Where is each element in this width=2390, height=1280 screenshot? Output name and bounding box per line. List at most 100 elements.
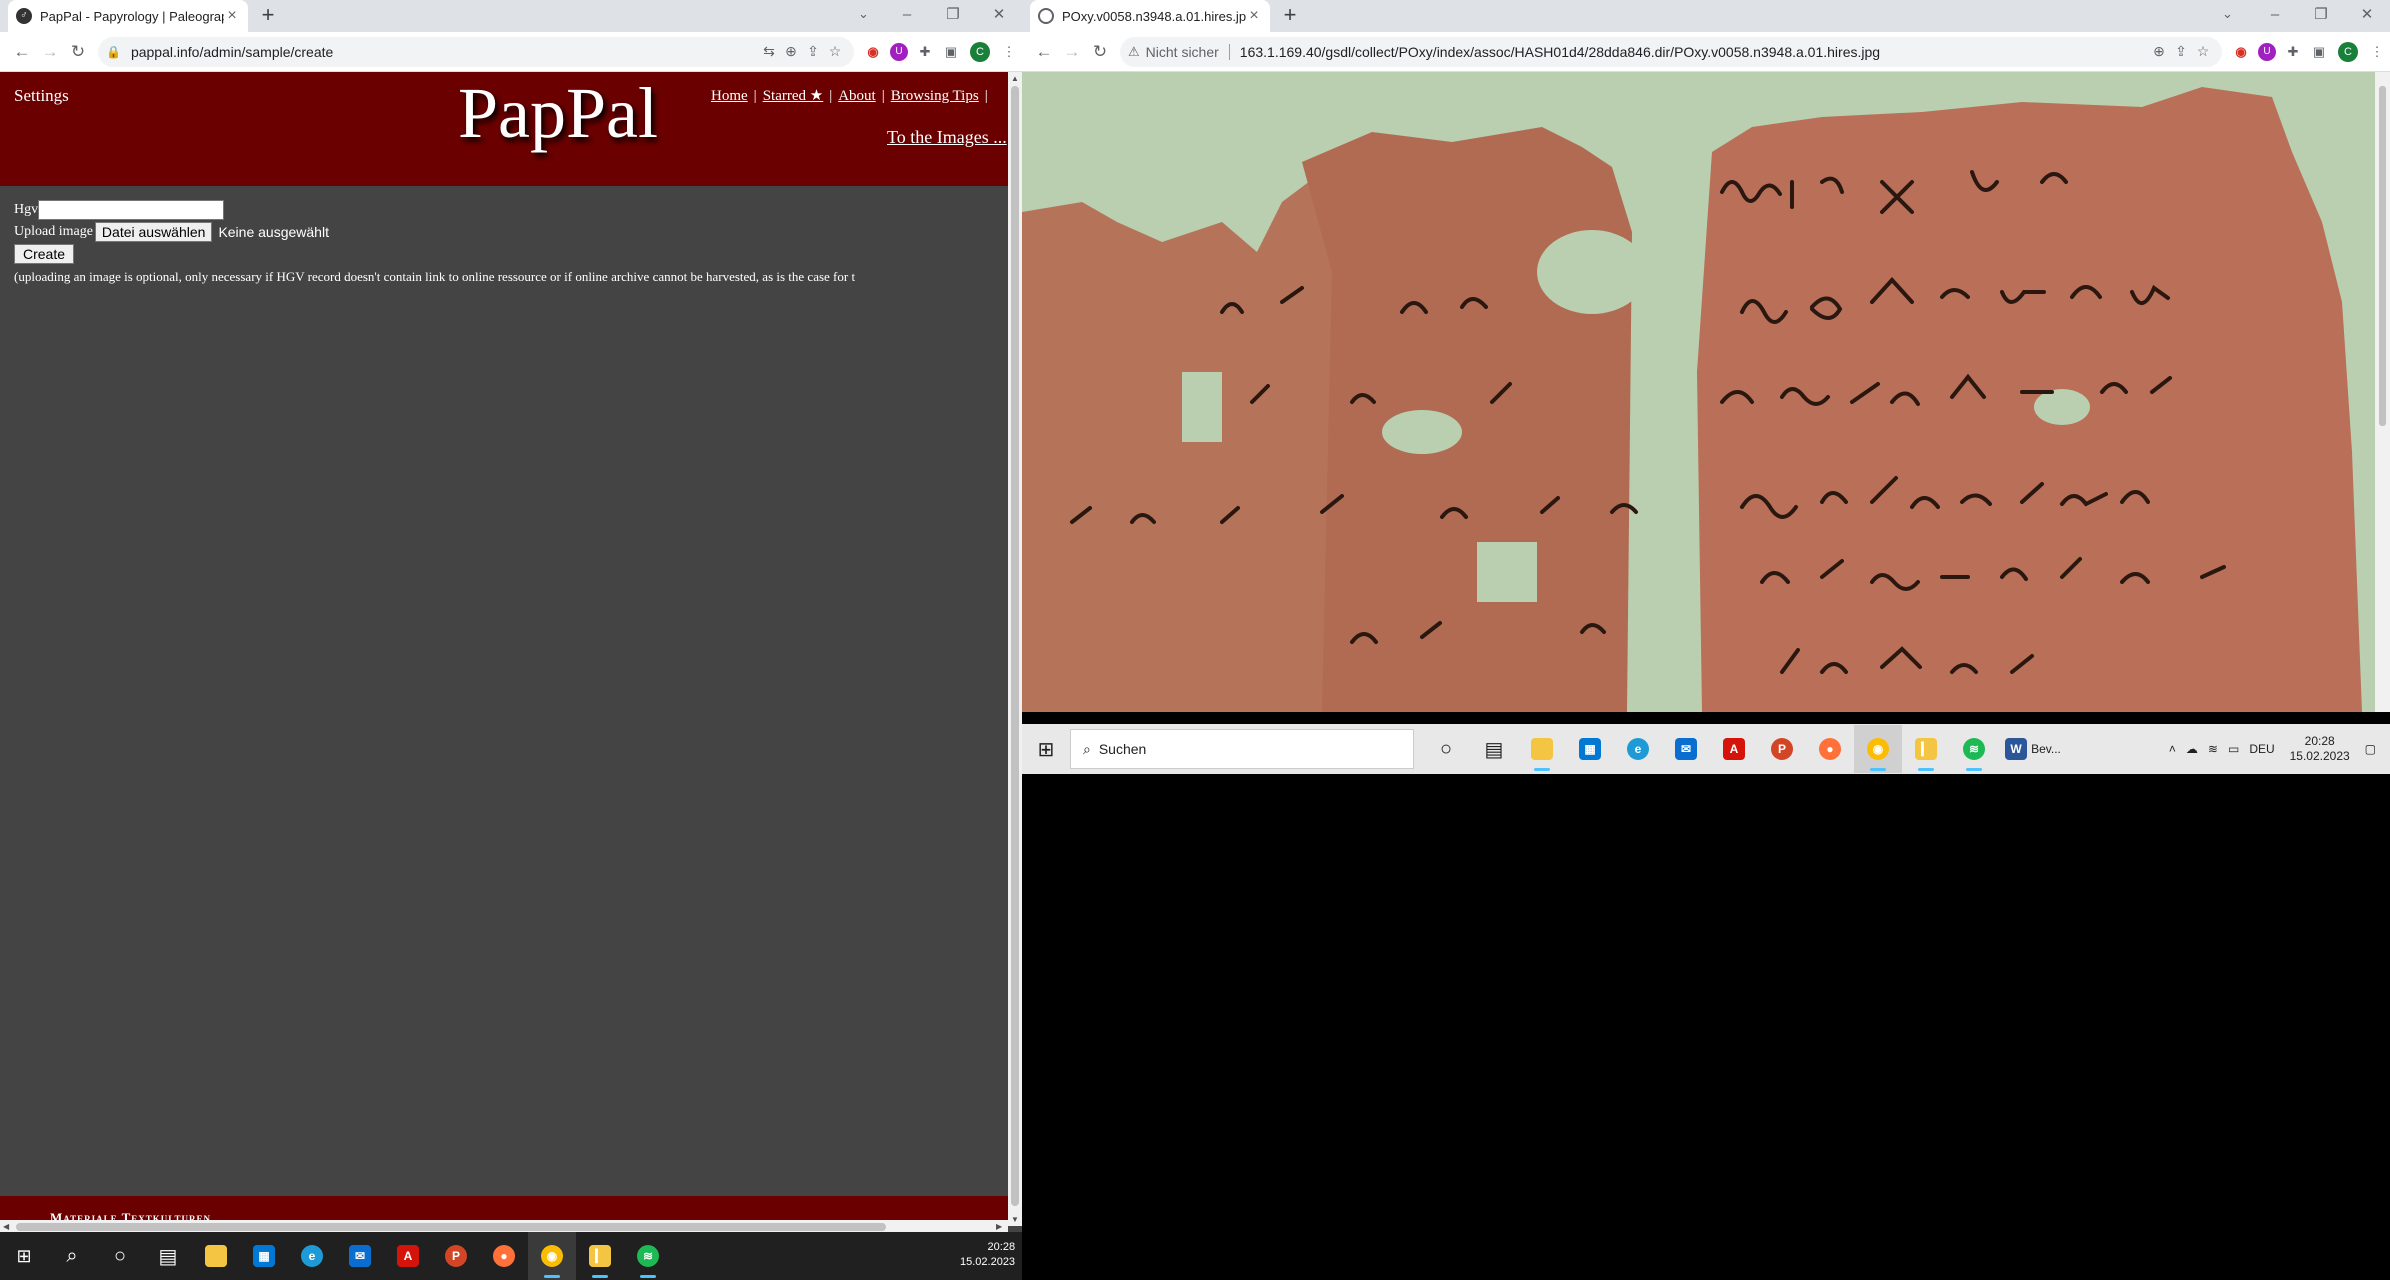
search-icon[interactable]: ⌕ bbox=[48, 1232, 96, 1280]
acrobat-icon[interactable]: A bbox=[1710, 725, 1758, 773]
scroll-thumb[interactable] bbox=[16, 1223, 886, 1231]
menu-kebab-icon[interactable]: ⋮ bbox=[996, 39, 1022, 65]
bookmark-star-icon[interactable]: ☆ bbox=[824, 43, 846, 60]
clock[interactable]: 20:28 15.02.2023 bbox=[2285, 734, 2355, 764]
powerpoint-icon[interactable]: P bbox=[432, 1232, 480, 1280]
close-tab-icon[interactable]: × bbox=[224, 7, 240, 25]
mail-icon[interactable]: ✉ bbox=[1662, 725, 1710, 773]
edge-icon[interactable]: e bbox=[1614, 725, 1662, 773]
extension-purple-icon[interactable]: U bbox=[890, 42, 908, 61]
chrome-icon[interactable]: ◉ bbox=[528, 1232, 576, 1280]
settings-link[interactable]: Settings bbox=[14, 86, 69, 106]
clock[interactable]: 20:28 15.02.2023 bbox=[960, 1240, 1015, 1270]
reload-icon[interactable]: ↻ bbox=[64, 38, 92, 66]
tab-search-icon[interactable]: ⌄ bbox=[858, 6, 869, 22]
address-bar[interactable]: ⚠ Nicht sicher 163.1.169.40/gsdl/collect… bbox=[1120, 36, 2222, 67]
close-tab-icon[interactable]: × bbox=[1246, 7, 1262, 25]
extension-purple-icon[interactable]: U bbox=[2258, 42, 2276, 61]
nav-about-link[interactable]: About bbox=[838, 88, 876, 104]
zoom-icon[interactable]: ⊕ bbox=[2148, 43, 2170, 60]
back-icon[interactable]: ← bbox=[8, 38, 36, 66]
windows-start-icon[interactable]: ⊞ bbox=[0, 1232, 48, 1280]
to-the-images-link[interactable]: To the Images ... bbox=[887, 127, 1007, 148]
cortana-icon[interactable]: ○ bbox=[96, 1232, 144, 1280]
scroll-down-arrow[interactable]: ▼ bbox=[1008, 1215, 1022, 1224]
reload-icon[interactable]: ↻ bbox=[1086, 38, 1114, 66]
language-indicator[interactable]: DEU bbox=[2249, 742, 2274, 756]
share-icon[interactable]: ⇪ bbox=[2170, 43, 2192, 60]
new-tab-button[interactable]: + bbox=[1278, 4, 1302, 28]
close-window-icon[interactable]: ✕ bbox=[2344, 0, 2390, 32]
hgv-label: Hgv bbox=[14, 202, 39, 217]
nav-home-link[interactable]: Home bbox=[711, 88, 748, 104]
bookmark-star-icon[interactable]: ☆ bbox=[2192, 43, 2214, 60]
windows-start-icon[interactable]: ⊞ bbox=[1022, 725, 1070, 773]
translate-icon[interactable]: ⇆ bbox=[758, 43, 780, 60]
store-icon[interactable]: ▦ bbox=[1566, 725, 1614, 773]
extension-red-icon[interactable]: ◉ bbox=[2228, 39, 2254, 65]
notes-app-icon[interactable]: ▎ bbox=[1902, 725, 1950, 773]
share-icon[interactable]: ⇪ bbox=[802, 43, 824, 60]
restore-icon[interactable]: ❐ bbox=[2298, 0, 2344, 32]
pappal-logo[interactable]: PapPal bbox=[458, 72, 658, 155]
nav-starred-link[interactable]: Starred ★ bbox=[763, 88, 824, 104]
extension-red-icon[interactable]: ◉ bbox=[860, 39, 886, 65]
minimize-icon[interactable]: – bbox=[2252, 0, 2298, 32]
hgv-input[interactable] bbox=[38, 200, 225, 220]
taskbar-left: ⊞ ⌕ ○ ▤ ▦ e ✉ A P ● ◉ ▎ ≋ 20:28 15.02.20… bbox=[0, 1232, 1022, 1280]
warning-icon[interactable]: ⚠ bbox=[1128, 44, 1140, 60]
firefox-icon[interactable]: ● bbox=[1806, 725, 1854, 773]
mail-icon[interactable]: ✉ bbox=[336, 1232, 384, 1280]
close-window-icon[interactable]: ✕ bbox=[976, 0, 1022, 32]
taskbar-search-box[interactable]: ⌕ Suchen bbox=[1070, 729, 1414, 769]
notifications-icon[interactable]: ▢ bbox=[2365, 742, 2376, 756]
vertical-scrollbar[interactable] bbox=[2375, 72, 2390, 712]
forward-icon[interactable]: → bbox=[1058, 38, 1086, 66]
network-icon[interactable]: ☁ bbox=[2186, 742, 2198, 756]
back-icon[interactable]: ← bbox=[1030, 38, 1058, 66]
profile-avatar[interactable]: C bbox=[2338, 41, 2358, 62]
side-panel-icon[interactable]: ▣ bbox=[2306, 39, 2332, 65]
task-view-icon[interactable]: ▤ bbox=[1470, 725, 1518, 773]
wifi-icon[interactable]: ≋ bbox=[2208, 742, 2218, 756]
menu-kebab-icon[interactable]: ⋮ bbox=[2364, 39, 2390, 65]
file-explorer-icon[interactable] bbox=[192, 1232, 240, 1280]
notes-app-icon[interactable]: ▎ bbox=[576, 1232, 624, 1280]
spotify-icon[interactable]: ≋ bbox=[624, 1232, 672, 1280]
tab-search-icon[interactable]: ⌄ bbox=[2222, 6, 2233, 22]
task-view-icon[interactable]: ▤ bbox=[144, 1232, 192, 1280]
store-icon[interactable]: ▦ bbox=[240, 1232, 288, 1280]
scroll-thumb[interactable] bbox=[1011, 86, 1019, 1206]
forward-icon[interactable]: → bbox=[36, 38, 64, 66]
profile-avatar[interactable]: C bbox=[970, 41, 990, 62]
restore-icon[interactable]: ❐ bbox=[930, 0, 976, 32]
edge-icon[interactable]: e bbox=[288, 1232, 336, 1280]
create-button[interactable]: Create bbox=[14, 244, 75, 264]
acrobat-icon[interactable]: A bbox=[384, 1232, 432, 1280]
word-doc-icon[interactable]: W Bev... bbox=[1998, 725, 2068, 773]
extensions-puzzle-icon[interactable]: ✚ bbox=[2280, 39, 2306, 65]
nav-browsing-tips-link[interactable]: Browsing Tips bbox=[891, 88, 979, 104]
address-bar[interactable]: 🔒 pappal.info/admin/sample/create ⇆ ⊕ ⇪ … bbox=[98, 36, 854, 67]
tab-pappal[interactable]: ♂ PapPal - Papyrology | Paleograph × bbox=[8, 0, 248, 32]
side-panel-icon[interactable]: ▣ bbox=[938, 39, 964, 65]
powerpoint-icon[interactable]: P bbox=[1758, 725, 1806, 773]
vertical-scrollbar[interactable]: ▲ ▼ bbox=[1008, 72, 1022, 1226]
chrome-icon[interactable]: ◉ bbox=[1854, 725, 1902, 773]
file-explorer-icon[interactable] bbox=[1518, 725, 1566, 773]
scroll-up-arrow[interactable]: ▲ bbox=[1008, 74, 1022, 83]
security-label[interactable]: Nicht sicher bbox=[1146, 44, 1219, 60]
firefox-icon[interactable]: ● bbox=[480, 1232, 528, 1280]
zoom-icon[interactable]: ⊕ bbox=[780, 43, 802, 60]
lock-icon[interactable]: 🔒 bbox=[106, 45, 121, 59]
battery-icon[interactable]: ▭ bbox=[2228, 742, 2239, 756]
scroll-thumb[interactable] bbox=[2379, 86, 2386, 426]
new-tab-button[interactable]: + bbox=[256, 4, 280, 28]
minimize-icon[interactable]: – bbox=[884, 0, 930, 32]
spotify-icon[interactable]: ≋ bbox=[1950, 725, 1998, 773]
choose-file-button[interactable]: Datei auswählen bbox=[94, 222, 213, 242]
tray-chevron-icon[interactable]: ˄ bbox=[2169, 742, 2176, 756]
tab-image[interactable]: POxy.v0058.n3948.a.01.hires.jpg × bbox=[1030, 0, 1270, 32]
extensions-puzzle-icon[interactable]: ✚ bbox=[912, 39, 938, 65]
cortana-icon[interactable]: ○ bbox=[1422, 725, 1470, 773]
